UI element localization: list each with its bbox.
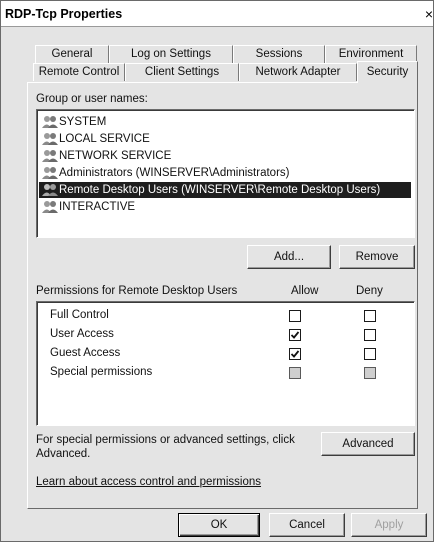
rdp-tcp-properties-dialog: RDP-Tcp Properties × General Log on Sett… — [0, 0, 434, 542]
tab-general[interactable]: General — [35, 45, 109, 63]
tab-remote-control[interactable]: Remote Control — [33, 63, 125, 81]
deny-checkbox-disabled — [364, 367, 376, 379]
tab-sessions[interactable]: Sessions — [233, 45, 325, 63]
group-name: Administrators (WINSERVER\Administrators… — [59, 167, 290, 179]
deny-header: Deny — [356, 285, 383, 297]
checkmark-icon — [290, 350, 300, 358]
allow-header: Allow — [291, 285, 319, 297]
deny-checkbox[interactable] — [364, 310, 376, 322]
list-item[interactable]: LOCAL SERVICE — [39, 131, 411, 147]
users-icon — [42, 116, 58, 128]
ok-button[interactable]: OK — [178, 513, 260, 537]
group-name: LOCAL SERVICE — [59, 133, 150, 145]
group-name: INTERACTIVE — [59, 201, 136, 213]
advanced-text-line2: Advanced. — [36, 448, 91, 460]
window-title: RDP-Tcp Properties — [5, 7, 123, 21]
list-item[interactable]: INTERACTIVE — [39, 199, 411, 215]
permission-row: Full Control — [37, 308, 407, 324]
group-name: Remote Desktop Users (WINSERVER\Remote D… — [59, 184, 381, 196]
deny-checkbox[interactable] — [364, 348, 376, 360]
group-name: NETWORK SERVICE — [59, 150, 172, 162]
users-icon — [42, 201, 58, 213]
permission-row: User Access — [37, 327, 407, 343]
permission-label: Guest Access — [50, 347, 121, 359]
title-bar[interactable]: RDP-Tcp Properties × — [1, 1, 433, 27]
users-icon — [42, 184, 58, 196]
allow-checkbox[interactable] — [289, 329, 301, 341]
allow-checkbox[interactable] — [289, 348, 301, 360]
deny-checkbox[interactable] — [364, 329, 376, 341]
permission-row: Special permissions — [37, 365, 407, 381]
permissions-list: Full Control User Access Guest Access Sp… — [36, 301, 415, 426]
permission-row: Guest Access — [37, 346, 407, 362]
tab-security[interactable]: Security — [357, 61, 418, 83]
tab-network-adapter[interactable]: Network Adapter — [239, 63, 357, 81]
close-button[interactable]: × — [419, 4, 433, 24]
list-item-selected[interactable]: Remote Desktop Users (WINSERVER\Remote D… — [39, 182, 411, 198]
users-icon — [42, 150, 58, 162]
cancel-button[interactable]: Cancel — [269, 513, 345, 537]
advanced-text: For special permissions or advanced sett… — [36, 434, 295, 446]
users-icon — [42, 133, 58, 145]
tab-client-settings[interactable]: Client Settings — [125, 63, 239, 81]
list-item[interactable]: NETWORK SERVICE — [39, 148, 411, 164]
permission-label: Special permissions — [50, 366, 153, 378]
group-user-listbox[interactable]: SYSTEM LOCAL SERVICE NETWORK SERVICE Adm… — [36, 109, 415, 238]
learn-access-control-link[interactable]: Learn about access control and permissio… — [36, 476, 261, 488]
apply-button[interactable]: Apply — [351, 513, 427, 537]
list-item[interactable]: SYSTEM — [39, 114, 411, 130]
users-icon — [42, 167, 58, 179]
tab-log-on-settings[interactable]: Log on Settings — [109, 45, 233, 63]
permissions-title: Permissions for Remote Desktop Users — [36, 285, 238, 297]
list-item[interactable]: Administrators (WINSERVER\Administrators… — [39, 165, 411, 181]
allow-checkbox-disabled — [289, 367, 301, 379]
checkmark-icon — [290, 331, 300, 339]
add-button[interactable]: Add... — [247, 245, 331, 269]
permission-label: User Access — [50, 328, 114, 340]
allow-checkbox[interactable] — [289, 310, 301, 322]
advanced-button[interactable]: Advanced — [321, 432, 415, 456]
permission-label: Full Control — [50, 309, 109, 321]
group-names-label: Group or user names: — [36, 93, 148, 105]
group-name: SYSTEM — [59, 116, 107, 128]
remove-button[interactable]: Remove — [339, 245, 415, 269]
